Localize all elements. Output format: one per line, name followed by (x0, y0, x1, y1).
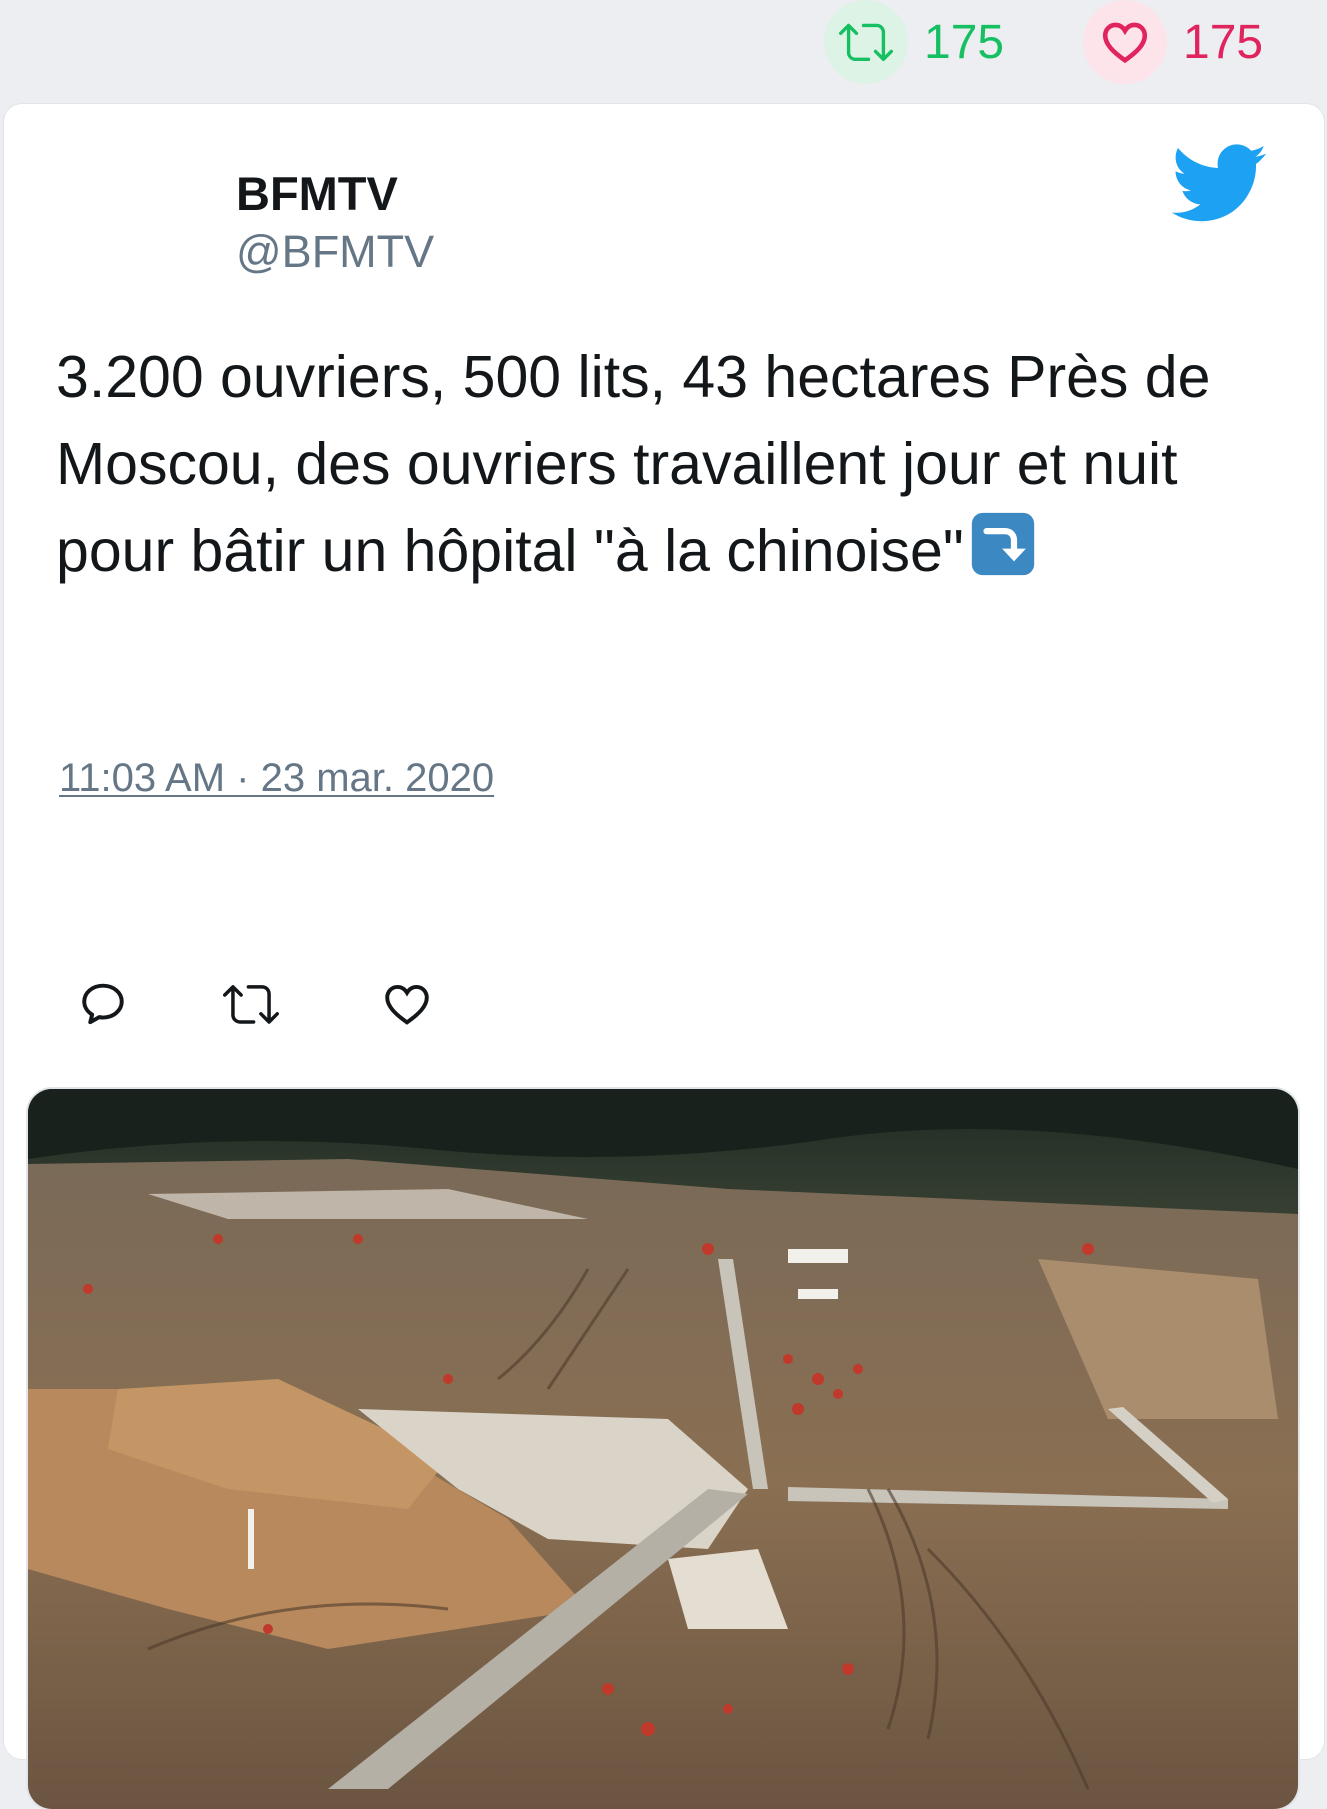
engagement-stats: 175 175 (0, 0, 1327, 100)
retweet-stat[interactable]: 175 (824, 0, 1004, 84)
like-stat[interactable]: 175 (1083, 0, 1263, 84)
retweet-count: 175 (924, 15, 1005, 69)
tweet-text: 3.200 ouvriers, 500 lits, 43 hectares Pr… (56, 334, 1276, 595)
tweet-card: BFMTV @BFMTV 3.200 ouvriers, 500 lits, 4… (4, 104, 1324, 1809)
reply-icon[interactable] (75, 976, 131, 1032)
heart-icon[interactable] (1083, 0, 1167, 84)
author-name[interactable]: BFMTV (236, 166, 398, 221)
arrow-heading-down-emoji (970, 511, 1036, 577)
like-count: 175 (1183, 15, 1264, 69)
tweet-media-photo[interactable] (28, 1089, 1298, 1809)
heart-icon[interactable] (379, 976, 435, 1032)
tweet-body: 3.200 ouvriers, 500 lits, 43 hectares Pr… (56, 344, 1211, 584)
tweet-timestamp[interactable]: 11:03 AM · 23 mar. 2020 (59, 756, 494, 801)
author-handle[interactable]: @BFMTV (236, 226, 434, 278)
twitter-bird-icon[interactable] (1171, 144, 1268, 229)
retweet-icon[interactable] (223, 976, 279, 1032)
retweet-icon[interactable] (824, 0, 908, 84)
